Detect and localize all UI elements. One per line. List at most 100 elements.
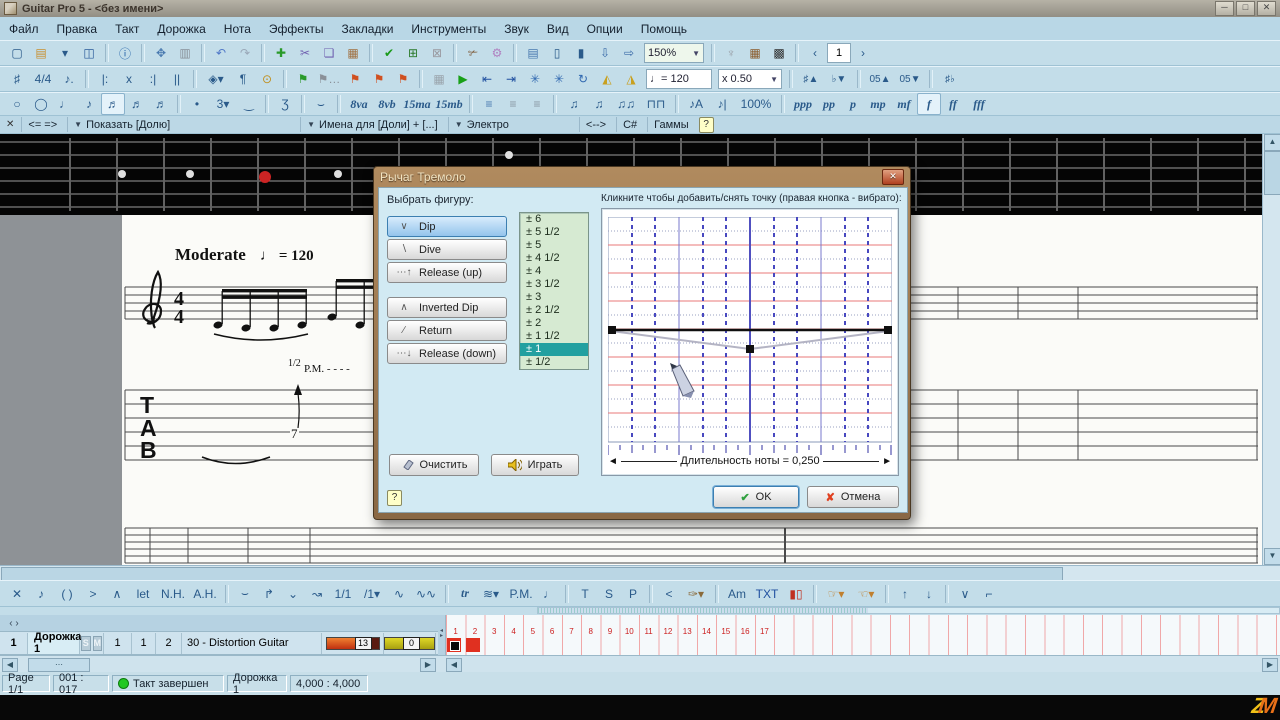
menu-item[interactable]: Помощь bbox=[632, 18, 696, 40]
figure-release-down[interactable]: ⋯↓ Release (down) bbox=[387, 343, 507, 364]
dynamic-pp[interactable]: pp bbox=[817, 93, 841, 115]
note-group-1[interactable] bbox=[213, 289, 308, 340]
palm-mute-duration[interactable]: ♩ bbox=[537, 583, 561, 605]
dynamic-ppp[interactable]: ppp bbox=[789, 93, 817, 115]
settings[interactable]: ⚙ bbox=[485, 42, 509, 64]
fit-width[interactable]: ⇨ bbox=[617, 42, 641, 64]
print[interactable]: ▥ bbox=[173, 42, 197, 64]
menu-item[interactable]: Такт bbox=[106, 18, 148, 40]
tapping[interactable]: T bbox=[573, 583, 597, 605]
bend-full[interactable]: 1/1 bbox=[329, 583, 357, 605]
thirty-second-note[interactable]: ♬ bbox=[125, 93, 149, 115]
enharmonic-switch[interactable]: ♯♭ bbox=[937, 68, 963, 90]
figure-return[interactable]: ∕ Return bbox=[387, 320, 507, 341]
range-option[interactable]: ± 3 bbox=[520, 291, 588, 304]
open-file[interactable]: ▤ bbox=[29, 42, 53, 64]
dynamic-p[interactable]: p bbox=[841, 93, 865, 115]
view-standard-notation[interactable]: ≡ bbox=[477, 93, 501, 115]
slide[interactable]: ↝ bbox=[305, 583, 329, 605]
current-marker[interactable]: ⚑ bbox=[367, 68, 391, 90]
fretboard-shift-buttons[interactable]: <= => bbox=[21, 117, 63, 132]
rse-playback[interactable]: ✳ bbox=[523, 68, 547, 90]
left-hand-fingering[interactable]: ☜▾ bbox=[851, 583, 881, 605]
dialog-help-icon[interactable]: ? bbox=[387, 490, 402, 506]
mixer-panel-divider[interactable]: ◂▸ bbox=[438, 615, 446, 655]
repeat-open[interactable]: |: bbox=[93, 68, 117, 90]
insert-marker-here[interactable]: ▮▯ bbox=[783, 583, 809, 605]
instrument-cell[interactable]: 30 - Distortion Guitar bbox=[182, 633, 322, 654]
shift-string-up[interactable]: 05▲ bbox=[865, 68, 895, 90]
range-option[interactable]: ± 2 1/2 bbox=[520, 304, 588, 317]
right-hand-fingering[interactable]: ☞▾ bbox=[821, 583, 851, 605]
measures-scroll-left[interactable]: ◀ bbox=[446, 658, 462, 672]
vibrato[interactable]: ∿ bbox=[387, 583, 411, 605]
fretboard-range-button[interactable]: <--> bbox=[579, 117, 612, 132]
score-properties[interactable]: ⓘ bbox=[113, 42, 137, 64]
next-marker[interactable]: ⚑ bbox=[391, 68, 415, 90]
insert-marker[interactable]: ⚑ bbox=[291, 68, 315, 90]
view-both[interactable]: ≡ bbox=[525, 93, 549, 115]
pickstroke[interactable]: ✑▾ bbox=[681, 583, 711, 605]
count-in[interactable]: ◮ bbox=[619, 68, 643, 90]
ghost-note[interactable]: ( ) bbox=[53, 583, 81, 605]
line-break[interactable]: ♪| bbox=[709, 93, 735, 115]
range-option[interactable]: ± 6 bbox=[520, 213, 588, 226]
undo[interactable]: ↶ bbox=[209, 42, 233, 64]
clear-button[interactable]: Очистить bbox=[389, 454, 479, 476]
channel2-cell[interactable]: 2 bbox=[156, 633, 182, 654]
insert-bar[interactable]: ✚ bbox=[269, 42, 293, 64]
menu-item[interactable]: Нота bbox=[215, 18, 260, 40]
let-ring[interactable]: let bbox=[129, 583, 157, 605]
go-to-end[interactable]: ⇥ bbox=[499, 68, 523, 90]
menu-item[interactable]: Файл bbox=[0, 18, 48, 40]
beat-cell-filled[interactable] bbox=[465, 637, 484, 653]
page-setup[interactable]: ✥ bbox=[149, 42, 173, 64]
menu-item[interactable]: Вид bbox=[538, 18, 578, 40]
range-option[interactable]: ± 2 bbox=[520, 317, 588, 330]
repeat-alternative[interactable]: x bbox=[117, 68, 141, 90]
key-signature[interactable]: ♯ bbox=[5, 68, 29, 90]
strum-down[interactable]: ↓ bbox=[917, 583, 941, 605]
track-row[interactable]: 1 Дорожка 1 S M 1 1 2 30 - Distortion Gu… bbox=[0, 632, 438, 655]
bend[interactable]: ↱ bbox=[257, 583, 281, 605]
table-scroll-right[interactable]: ▶ bbox=[420, 658, 436, 672]
hammer-on-pull-off[interactable]: ⌣ bbox=[233, 583, 257, 605]
menu-item[interactable]: Эффекты bbox=[260, 18, 333, 40]
cut-bar[interactable]: ✂ bbox=[293, 42, 317, 64]
range-option[interactable]: ± 4 bbox=[520, 265, 588, 278]
keyboard-panel[interactable]: ▩ bbox=[767, 42, 791, 64]
quindicesima-bassa[interactable]: 15mb bbox=[433, 93, 465, 115]
wah-open[interactable]: ∨ bbox=[953, 583, 977, 605]
fade-in[interactable]: < bbox=[657, 583, 681, 605]
pickup-bar[interactable]: ♪. bbox=[57, 68, 81, 90]
view-tablature[interactable]: ≡ bbox=[501, 93, 525, 115]
horizontal-scroll-thumb[interactable] bbox=[1, 567, 1063, 581]
measures-scroll-thumb[interactable] bbox=[538, 608, 868, 613]
wah-closed[interactable]: ⌐ bbox=[977, 583, 1001, 605]
line-break-auto[interactable]: ♪A bbox=[683, 93, 709, 115]
chord-diagram[interactable]: Am bbox=[723, 583, 751, 605]
octava-bassa[interactable]: 8vb bbox=[373, 93, 401, 115]
range-option[interactable]: ± 5 1/2 bbox=[520, 226, 588, 239]
tempo-box[interactable]: ♩= 120 bbox=[646, 69, 712, 89]
table-scroll-thumb[interactable]: ⋯ bbox=[28, 658, 90, 672]
vertical-scrollbar[interactable]: ▲ ▼ bbox=[1262, 134, 1280, 565]
fretboard-help-icon[interactable]: ? bbox=[699, 117, 714, 133]
time-signature[interactable]: 4/4 bbox=[29, 68, 57, 90]
shift-string-down[interactable]: 05▼ bbox=[895, 68, 925, 90]
slur[interactable]: ⌣ bbox=[309, 93, 333, 115]
quarter-note[interactable]: ♩ bbox=[53, 93, 77, 115]
range-option[interactable]: ± 1 1/2 bbox=[520, 330, 588, 343]
menu-item[interactable]: Опции bbox=[578, 18, 632, 40]
metronome[interactable]: ◭ bbox=[595, 68, 619, 90]
tuplet[interactable]: 3▾ bbox=[209, 93, 237, 115]
popping[interactable]: P bbox=[621, 583, 645, 605]
cancel-button[interactable]: ✘Отмена bbox=[807, 486, 899, 508]
grace-note[interactable]: ♪ bbox=[29, 583, 53, 605]
bend-select[interactable]: /1▾ bbox=[357, 583, 387, 605]
scales-button[interactable]: Гаммы bbox=[647, 117, 695, 132]
port-cell[interactable]: 1 bbox=[104, 633, 132, 654]
proportional-zoom[interactable]: 100% bbox=[735, 93, 777, 115]
dialog-close-button[interactable]: ✕ bbox=[882, 169, 904, 185]
balance-slider[interactable]: 0 bbox=[384, 637, 435, 650]
